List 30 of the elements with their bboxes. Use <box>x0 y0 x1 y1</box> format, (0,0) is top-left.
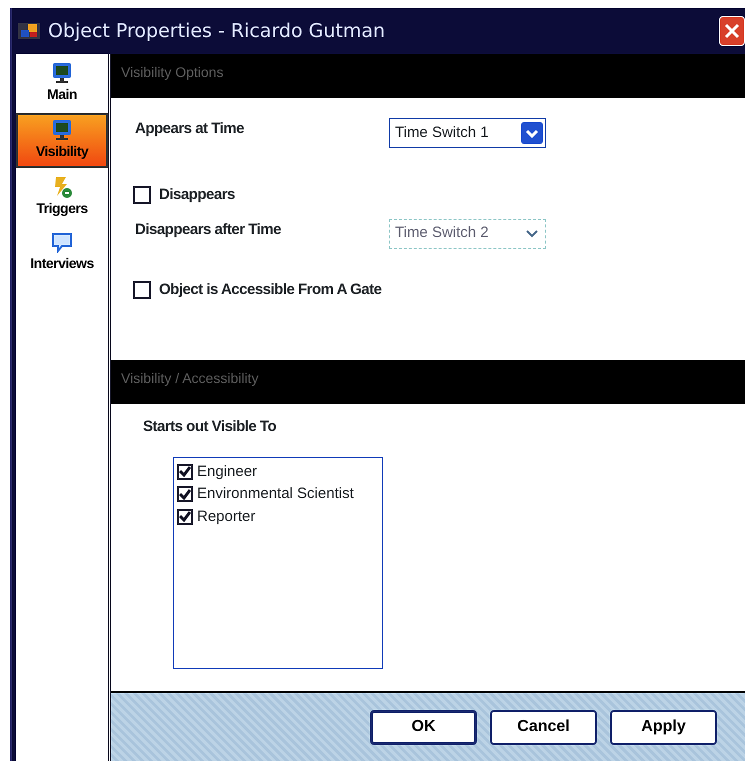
checkbox-label: Object is Accessible From A Gate <box>159 280 382 300</box>
app-icon <box>18 21 40 41</box>
dialog-button[interactable]: OK <box>370 710 477 744</box>
list-item[interactable]: Environmental Scientist <box>197 483 354 506</box>
close-icon <box>723 22 741 40</box>
field-label: Starts out Visible To <box>143 417 278 437</box>
field-label: Disappears after Time <box>135 220 282 240</box>
dialog-button[interactable]: Cancel <box>490 710 597 744</box>
window-title: Object Properties - Ricardo Gutman <box>48 18 386 44</box>
checkbox[interactable] <box>133 186 151 204</box>
checkbox[interactable] <box>177 486 193 502</box>
checkbox[interactable] <box>133 280 151 299</box>
sidebar-item[interactable]: Main <box>16 58 108 109</box>
section-header: Visibility / Accessibility <box>111 360 745 404</box>
close-button[interactable] <box>719 16 745 46</box>
checkbox[interactable] <box>177 508 193 525</box>
dropdown-field[interactable]: Time Switch 1 <box>389 118 546 148</box>
field-label: Appears at Time <box>135 119 245 139</box>
sidebar-item[interactable]: Visibility <box>16 113 108 168</box>
monitor-icon <box>50 62 74 84</box>
checkbox[interactable] <box>177 464 193 480</box>
sidebar-item[interactable]: Interviews <box>16 227 108 278</box>
checkbox-label: Disappears <box>159 185 235 205</box>
dialog-button[interactable]: Apply <box>610 710 717 744</box>
sidebar-item[interactable]: Triggers <box>16 172 108 223</box>
list-item[interactable]: Engineer <box>197 460 258 483</box>
section-header: Visibility Options <box>111 54 745 98</box>
list-item[interactable]: Reporter <box>197 506 256 528</box>
speech-bubble-icon <box>50 231 74 253</box>
monitor-icon <box>50 119 74 141</box>
